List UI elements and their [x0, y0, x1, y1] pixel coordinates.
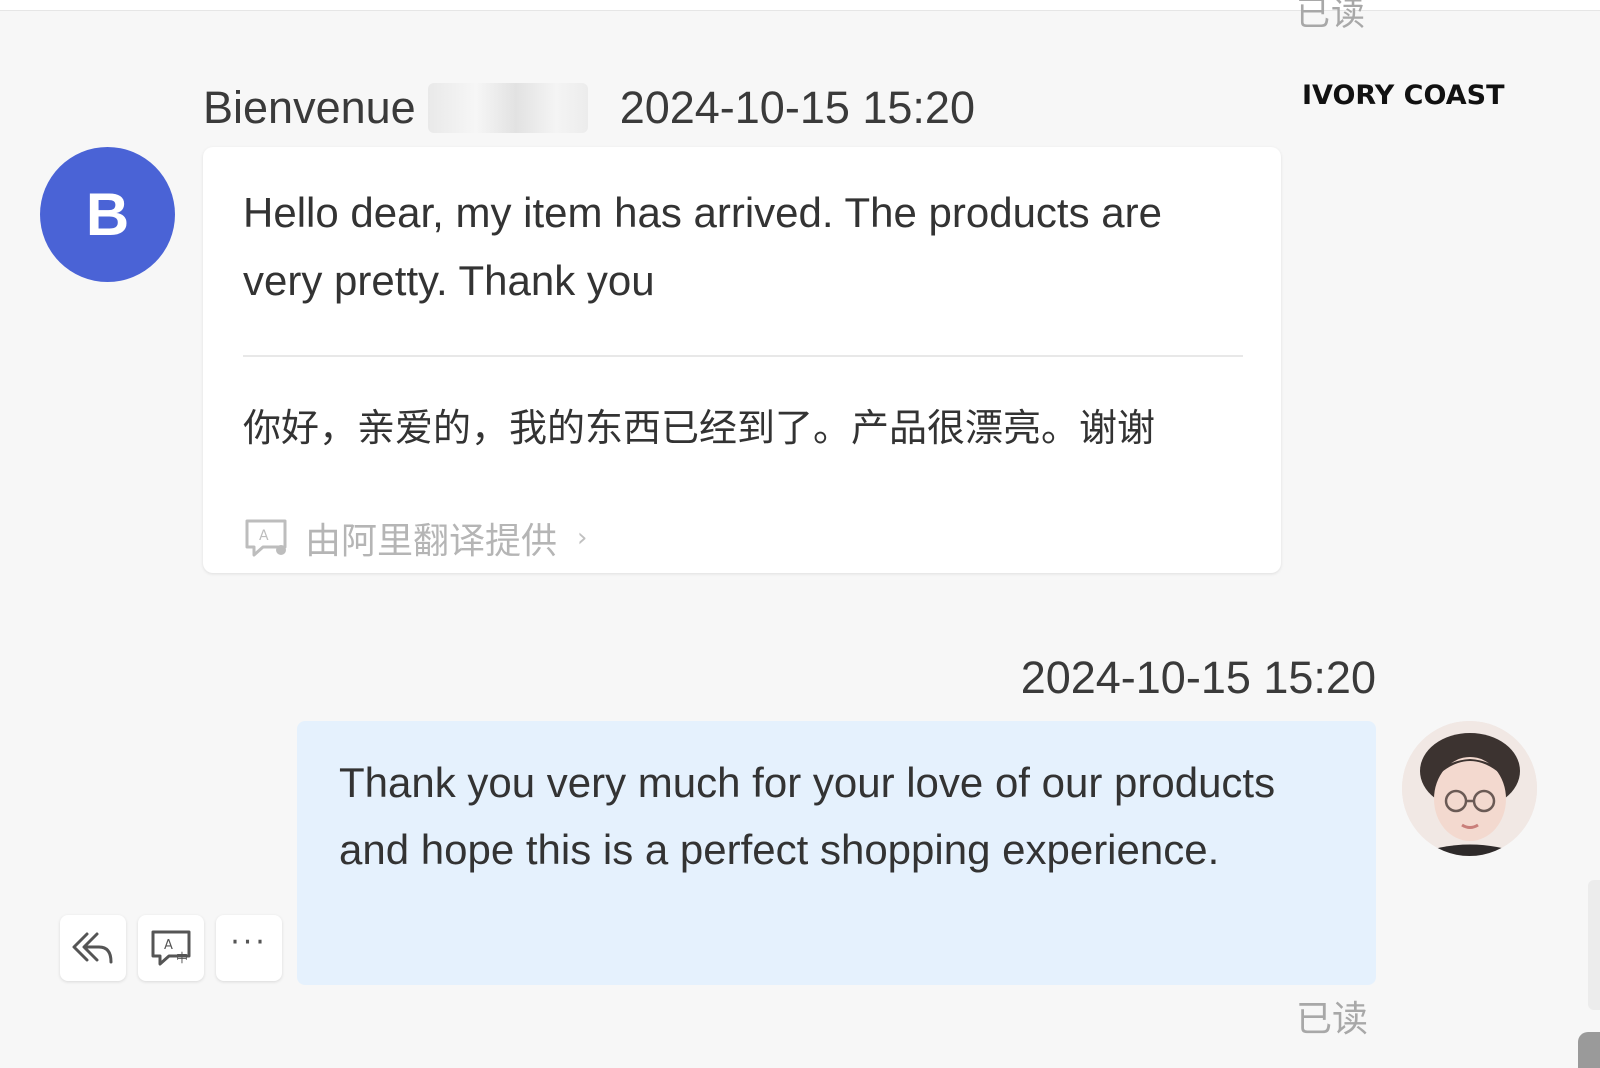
translated-message-text: 你好，亲爱的，我的东西已经到了。产品很漂亮。谢谢: [243, 406, 1156, 450]
scrollbar-thumb[interactable]: [1578, 1032, 1600, 1068]
avatar-letter: B: [85, 181, 130, 248]
more-icon: ···: [230, 924, 268, 960]
svg-text:A: A: [259, 528, 269, 544]
sender-avatar[interactable]: B: [40, 147, 175, 282]
more-options-button[interactable]: ···: [216, 915, 282, 981]
translate-chat-icon: A: [243, 517, 289, 559]
incoming-message-text: Hello dear, my item has arrived. The pro…: [243, 189, 1162, 304]
agent-avatar[interactable]: [1402, 721, 1537, 856]
read-status-partial: 已读: [1296, 0, 1366, 34]
svg-text:A: A: [164, 938, 173, 953]
outgoing-timestamp: 2024-10-15 15:20: [1020, 652, 1376, 703]
sender-name-redacted: [427, 83, 588, 133]
sender-name: Bienvenue: [203, 82, 416, 133]
svg-text:中: 中: [176, 950, 188, 965]
translate-icon: A 中: [151, 930, 191, 966]
reply-icon: [72, 932, 113, 964]
translation-provider-link[interactable]: A 由阿里翻译提供 ›: [243, 512, 1241, 564]
chat-window: 已读 IVORY COAST B Bienvenue 2024-10-15 15…: [0, 0, 1600, 1068]
incoming-message-bubble[interactable]: Hello dear, my item has arrived. The pro…: [203, 147, 1281, 573]
agent-avatar-image: [1402, 721, 1537, 856]
incoming-timestamp: 2024-10-15 15:20: [619, 82, 975, 133]
read-status: 已读: [1296, 999, 1369, 1040]
sender-header: Bienvenue 2024-10-15 15:20: [203, 78, 975, 138]
outgoing-message-text: Thank you very much for your love of our…: [339, 759, 1276, 873]
translation-divider: [243, 355, 1243, 357]
outgoing-message-bubble[interactable]: Thank you very much for your love of our…: [297, 721, 1376, 985]
chevron-right-icon: ›: [577, 523, 588, 553]
reply-button[interactable]: [60, 915, 126, 981]
message-action-toolbar: A 中 ···: [60, 915, 282, 981]
overlay-label: IVORY COAST: [1302, 80, 1505, 111]
translation-provider-label: 由阿里翻译提供: [305, 521, 558, 562]
scrollbar-track[interactable]: [1588, 880, 1600, 1010]
translate-button[interactable]: A 中: [138, 915, 204, 981]
